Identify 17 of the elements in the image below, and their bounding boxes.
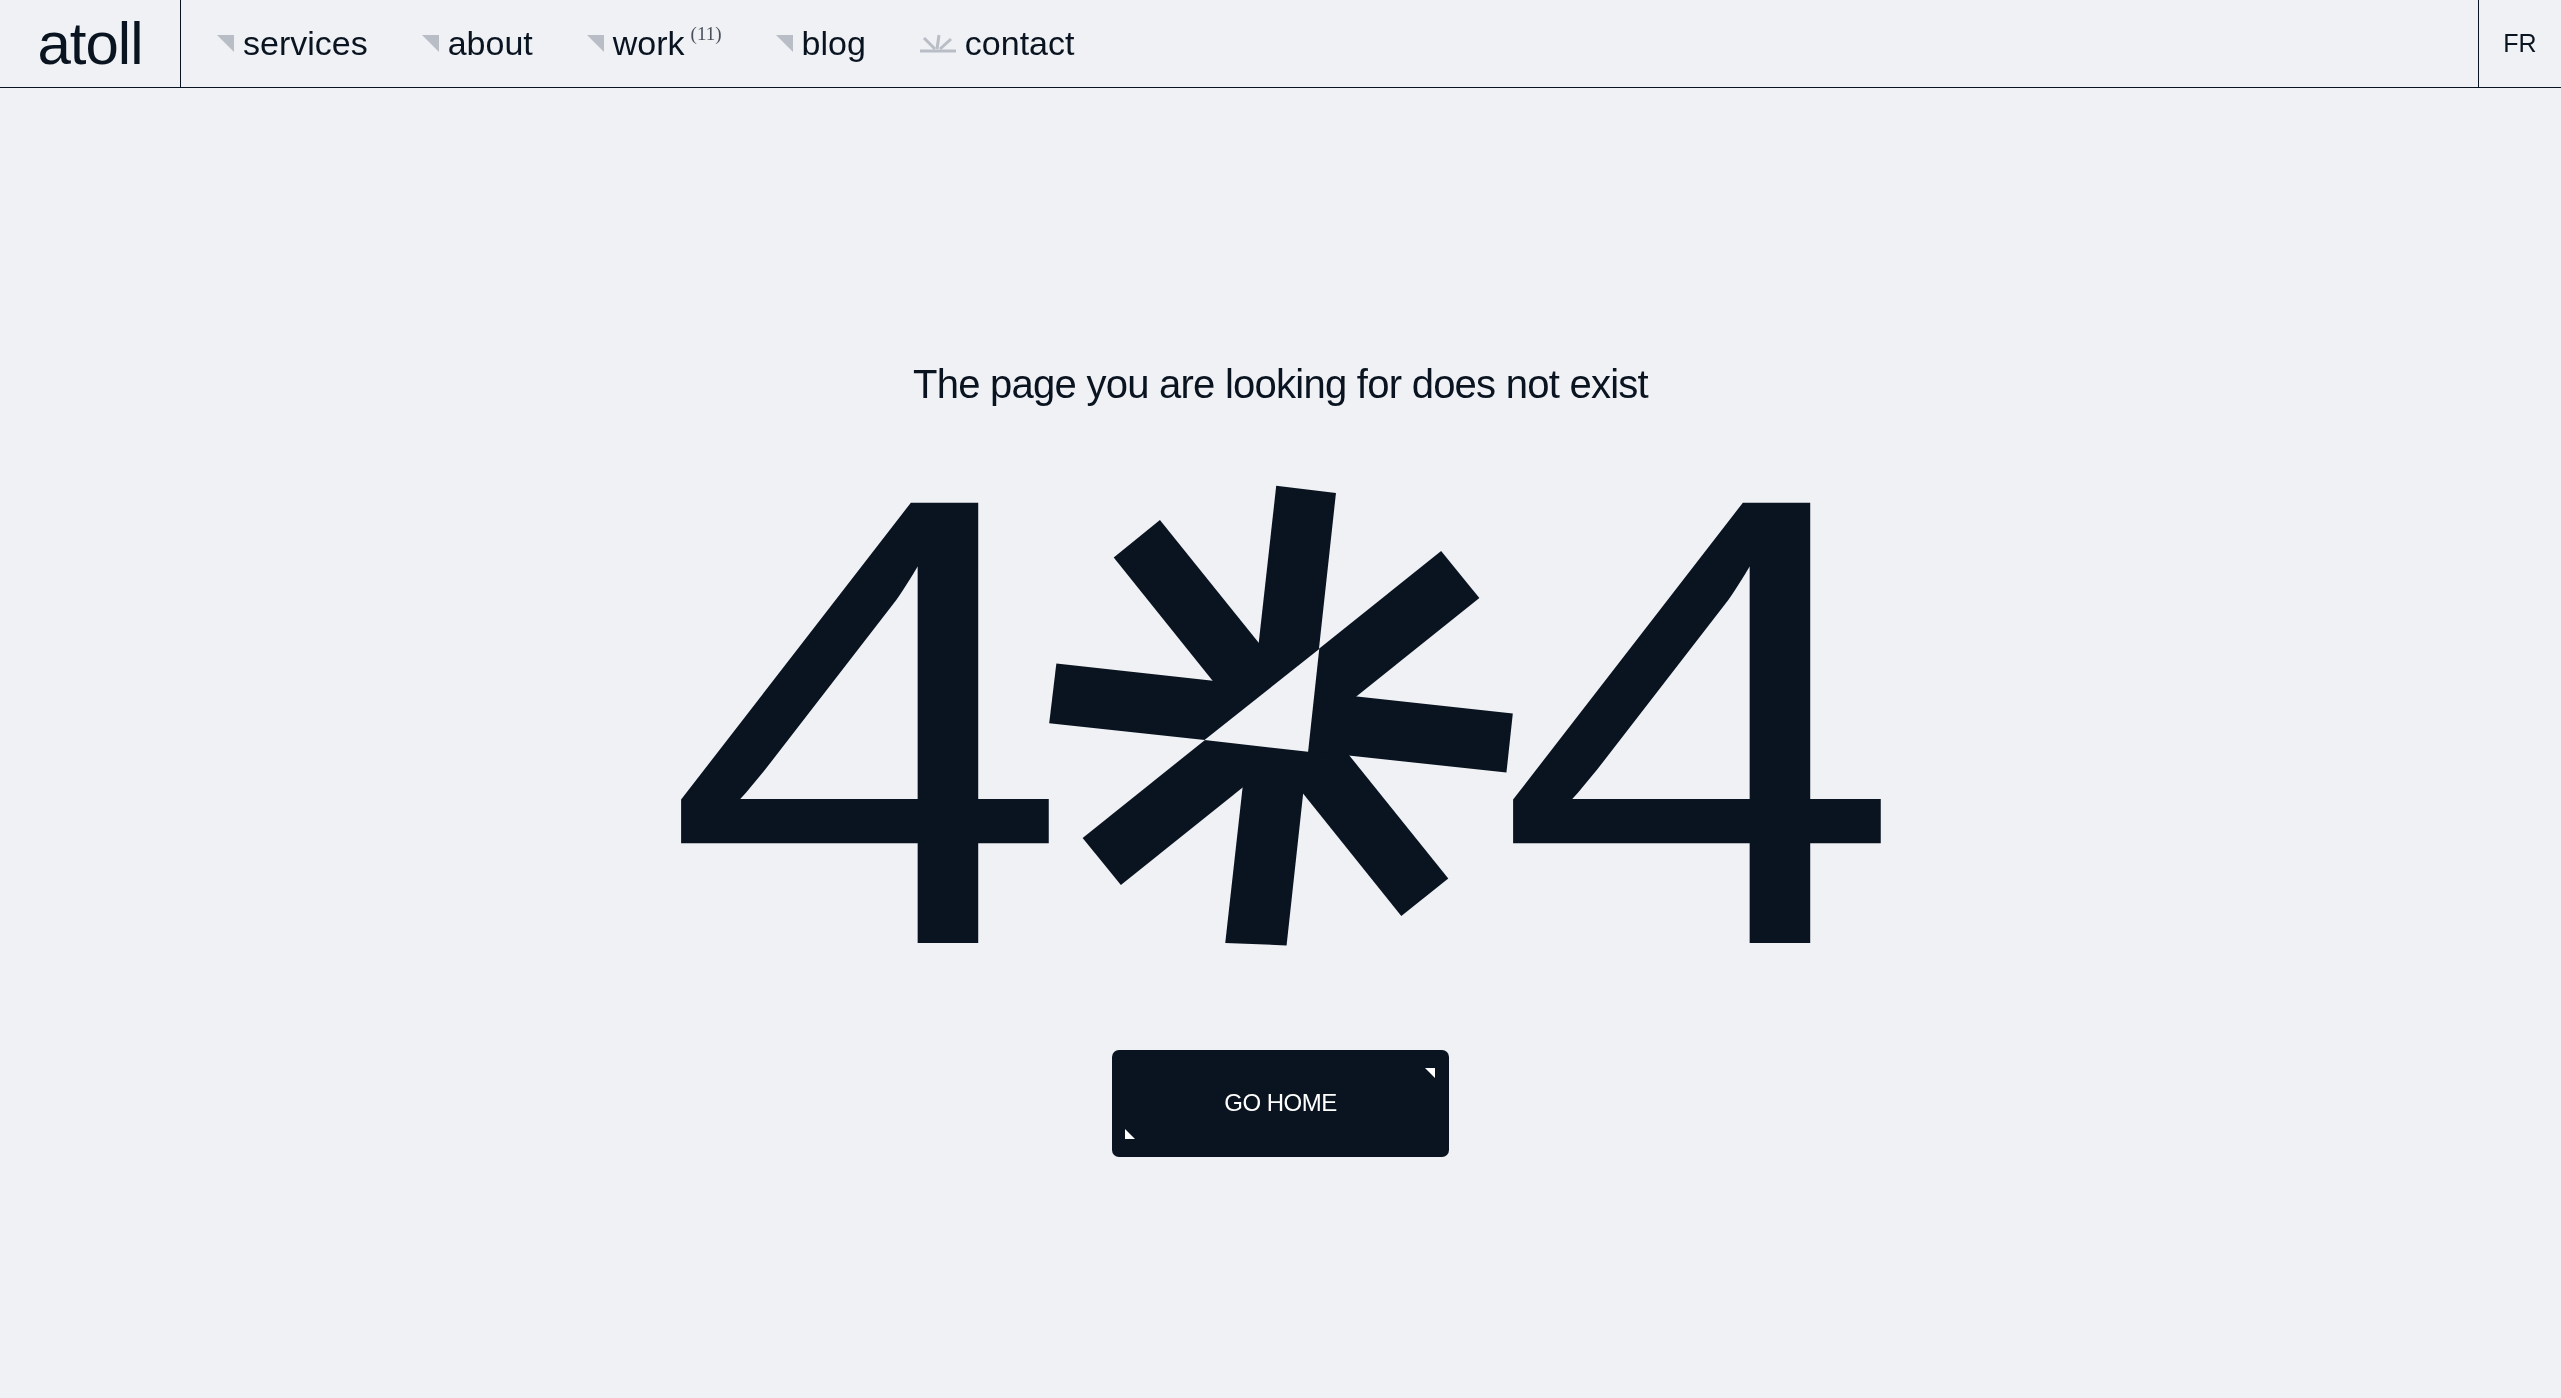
corner-triangle-icon	[1425, 1067, 1435, 1078]
nav-link[interactable]: work $^{(11)}$	[586, 23, 722, 64]
count-label: (11)	[690, 24, 722, 44]
corner-triangle-icon	[1125, 1128, 1135, 1139]
sprout-icon	[919, 34, 956, 53]
triangle-icon	[421, 35, 439, 52]
language-button[interactable]: FR	[2503, 29, 2537, 58]
nav-link[interactable]: contact	[919, 23, 1075, 64]
nav-link[interactable]: blog	[775, 23, 866, 64]
triangle-icon	[775, 35, 793, 52]
nav-link[interactable]: services	[217, 23, 368, 64]
triangle-icon	[217, 35, 234, 52]
go-home-button[interactable]: GO HOME	[1112, 1049, 1449, 1157]
triangle-icon	[586, 35, 604, 52]
logo[interactable]: atoll	[37, 13, 143, 74]
error-message: The page you are looking for does not exist	[913, 361, 1648, 408]
nav-link[interactable]: about	[421, 23, 533, 64]
